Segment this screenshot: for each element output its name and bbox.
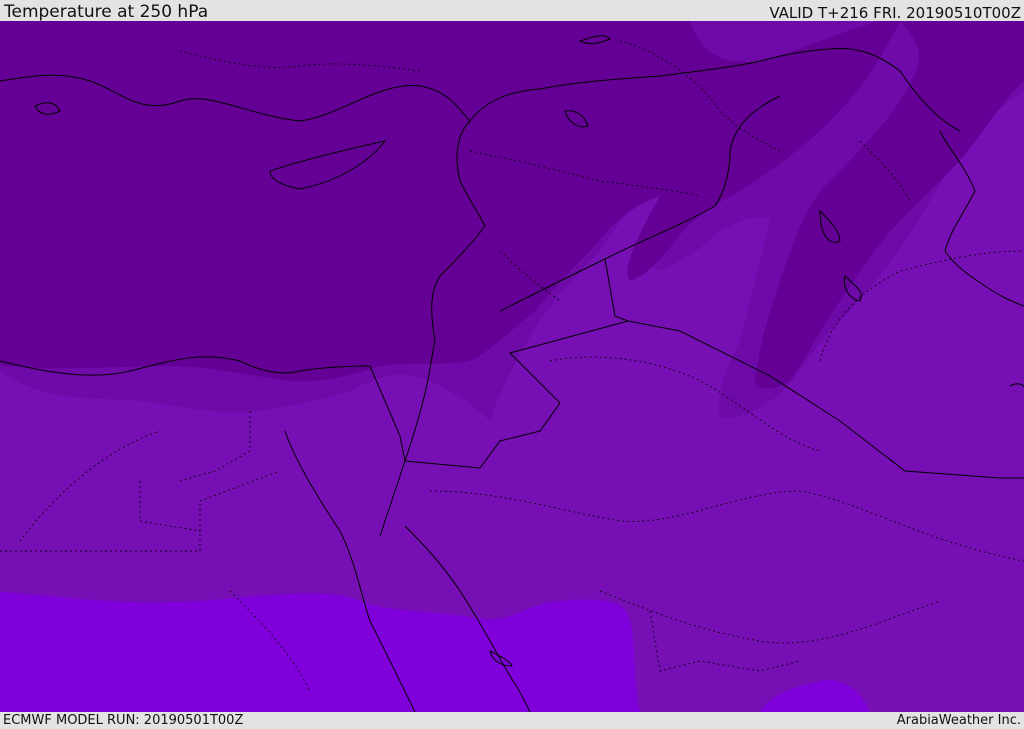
- footer-bar: ECMWF MODEL RUN: 20190501T00Z ArabiaWeat…: [0, 712, 1024, 729]
- valid-time: VALID T+216 FRI. 20190510T00Z: [769, 4, 1021, 22]
- map-title: Temperature at 250 hPa: [4, 2, 209, 22]
- temperature-band-warm: [0, 592, 640, 712]
- header-bar: Temperature at 250 hPa VALID T+216 FRI. …: [0, 0, 1024, 22]
- credit: ArabiaWeather Inc.: [896, 713, 1021, 728]
- model-run: ECMWF MODEL RUN: 20190501T00Z: [3, 713, 244, 728]
- weather-map[interactable]: [0, 21, 1024, 712]
